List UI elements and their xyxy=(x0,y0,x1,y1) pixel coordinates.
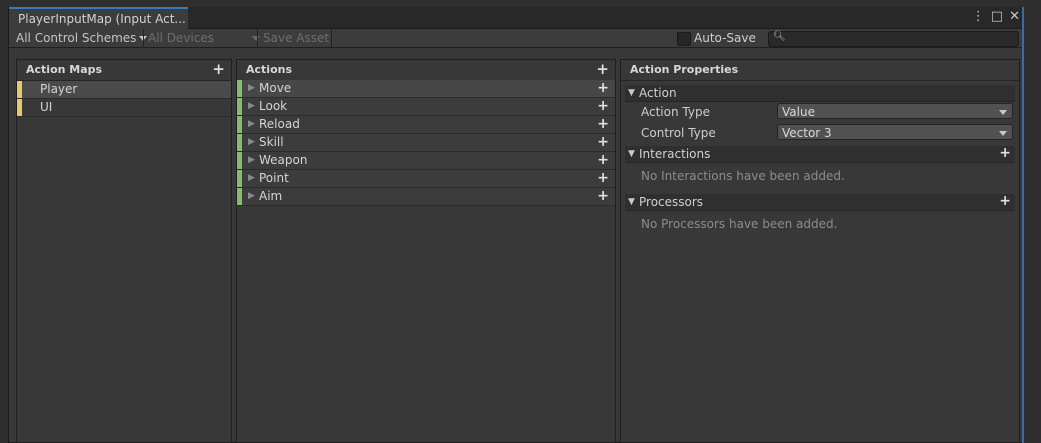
action-row[interactable]: ▶ Reload + xyxy=(237,116,615,134)
action-maps-header: Action Maps + xyxy=(17,60,231,81)
action-color-bar xyxy=(237,134,242,151)
devices-dropdown[interactable]: All Devices xyxy=(148,30,260,47)
maximize-icon[interactable]: □ xyxy=(991,9,1003,25)
expand-arrow-icon[interactable]: ▶ xyxy=(248,134,255,151)
action-type-label: Action Type xyxy=(641,105,710,119)
action-color-bar xyxy=(237,80,242,97)
control-type-value: Vector 3 xyxy=(782,126,832,140)
action-type-value: Value xyxy=(782,105,815,119)
action-label: Point xyxy=(259,171,289,185)
control-type-row: Control Type Vector 3 xyxy=(621,123,1019,144)
add-interaction-icon[interactable]: + xyxy=(999,145,1011,161)
action-color-bar xyxy=(237,116,242,133)
add-binding-icon[interactable]: + xyxy=(597,188,609,205)
action-map-color-bar xyxy=(17,99,22,116)
close-icon[interactable]: ✕ xyxy=(1009,9,1020,25)
collapse-arrow-icon[interactable]: ▼ xyxy=(628,85,635,101)
action-type-row: Action Type Value xyxy=(621,102,1019,123)
search-icon: 🔍︎ xyxy=(773,31,786,42)
toolbar: All Control Schemes All Devices Save Ass… xyxy=(9,29,1024,48)
control-type-dropdown[interactable]: Vector 3 xyxy=(777,124,1013,140)
action-maps-panel: Action Maps + Player UI xyxy=(16,59,232,443)
expand-arrow-icon[interactable]: ▶ xyxy=(248,80,255,97)
add-action-map-button[interactable]: + xyxy=(212,60,225,78)
action-maps-title: Action Maps xyxy=(26,63,103,76)
devices-label: All Devices xyxy=(148,31,214,45)
save-asset-button[interactable]: Save Asset xyxy=(263,30,329,47)
action-section-label: Action xyxy=(639,86,677,100)
action-row[interactable]: ▶ Look + xyxy=(237,98,615,116)
add-binding-icon[interactable]: + xyxy=(597,116,609,133)
action-row[interactable]: ▶ Point + xyxy=(237,170,615,188)
auto-save-checkbox[interactable] xyxy=(677,32,691,46)
action-label: Move xyxy=(259,81,292,95)
add-binding-icon[interactable]: + xyxy=(597,134,609,151)
chevron-down-icon xyxy=(251,36,260,41)
toolbar-divider xyxy=(143,29,144,48)
action-properties-panel: Action Properties ▼ Action Action Type V… xyxy=(620,59,1020,443)
action-color-bar xyxy=(237,152,242,169)
collapse-arrow-icon[interactable]: ▼ xyxy=(628,146,635,162)
control-schemes-label: All Control Schemes xyxy=(16,31,137,45)
action-row[interactable]: ▶ Skill + xyxy=(237,134,615,152)
action-map-row[interactable]: UI xyxy=(17,99,231,117)
add-binding-icon[interactable]: + xyxy=(597,152,609,169)
collapse-arrow-icon[interactable]: ▼ xyxy=(628,194,635,210)
processors-section-label: Processors xyxy=(639,195,704,209)
actions-header: Actions + xyxy=(237,60,615,80)
actions-panel: Actions + ▶ Move + ▶ Look + ▶ Reload + ▶… xyxy=(236,59,616,443)
auto-save-label: Auto-Save xyxy=(694,31,756,45)
action-label: Aim xyxy=(259,189,283,203)
expand-arrow-icon[interactable]: ▶ xyxy=(248,188,255,205)
actions-title: Actions xyxy=(246,63,292,76)
more-options-icon[interactable]: ⋮ xyxy=(972,9,985,25)
add-binding-icon[interactable]: + xyxy=(597,80,609,97)
action-row[interactable]: ▶ Aim + xyxy=(237,188,615,206)
action-map-color-bar xyxy=(17,81,22,98)
window-controls: ⋮ □ ✕ xyxy=(972,9,1020,25)
interactions-section-label: Interactions xyxy=(639,147,711,161)
add-binding-icon[interactable]: + xyxy=(597,170,609,187)
action-map-label: Player xyxy=(40,82,78,96)
action-label: Look xyxy=(259,99,288,113)
expand-arrow-icon[interactable]: ▶ xyxy=(248,116,255,133)
input-actions-window: PlayerInputMap (Input Act... ⋮ □ ✕ All C… xyxy=(8,7,1024,443)
interactions-section-header[interactable]: ▼ Interactions + xyxy=(625,145,1015,163)
processors-section-header[interactable]: ▼ Processors + xyxy=(625,193,1015,211)
control-schemes-dropdown[interactable]: All Control Schemes xyxy=(16,30,148,47)
control-type-label: Control Type xyxy=(641,126,716,140)
action-label: Weapon xyxy=(259,153,308,167)
action-color-bar xyxy=(237,188,242,205)
add-action-button[interactable]: + xyxy=(596,60,609,78)
tab-player-input-map[interactable]: PlayerInputMap (Input Act... xyxy=(9,7,188,29)
action-color-bar xyxy=(237,98,242,115)
action-row[interactable]: ▶ Move + xyxy=(237,80,615,98)
action-section-header[interactable]: ▼ Action xyxy=(625,85,1015,102)
tab-bar: PlayerInputMap (Input Act... ⋮ □ ✕ xyxy=(9,7,1024,29)
action-type-dropdown[interactable]: Value xyxy=(777,103,1013,119)
toolbar-divider xyxy=(257,29,258,48)
action-label: Reload xyxy=(259,117,300,131)
action-color-bar xyxy=(237,170,242,187)
action-properties-header: Action Properties xyxy=(621,60,1019,81)
expand-arrow-icon[interactable]: ▶ xyxy=(248,152,255,169)
add-binding-icon[interactable]: + xyxy=(597,98,609,115)
action-properties-title: Action Properties xyxy=(630,63,739,76)
interactions-empty-note: No Interactions have been added. xyxy=(641,169,845,183)
processors-empty-note: No Processors have been added. xyxy=(641,217,838,231)
action-label: Skill xyxy=(259,135,284,149)
chevron-down-icon xyxy=(999,131,1007,136)
expand-arrow-icon[interactable]: ▶ xyxy=(248,170,255,187)
action-map-label: UI xyxy=(40,100,53,114)
action-map-row[interactable]: Player xyxy=(17,81,231,99)
window-edge-accent xyxy=(1022,7,1024,443)
expand-arrow-icon[interactable]: ▶ xyxy=(248,98,255,115)
chevron-down-icon xyxy=(999,110,1007,115)
search-input[interactable]: 🔍︎ xyxy=(768,31,1019,47)
add-processor-icon[interactable]: + xyxy=(999,193,1011,209)
toolbar-divider xyxy=(331,29,332,48)
action-row[interactable]: ▶ Weapon + xyxy=(237,152,615,170)
